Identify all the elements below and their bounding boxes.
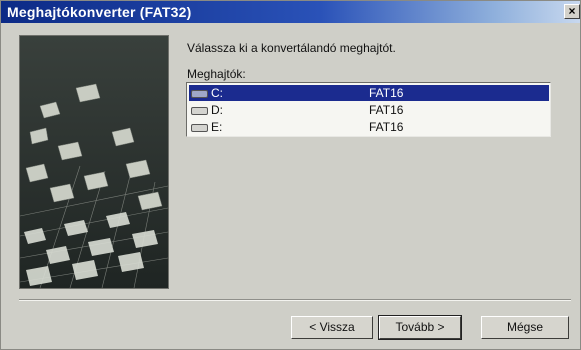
next-button[interactable]: Tovább >: [378, 315, 462, 340]
drive-letter: C:: [211, 86, 223, 100]
hard-drive-icon: [191, 107, 208, 115]
button-separator: [19, 299, 571, 301]
back-button[interactable]: < Vissza: [291, 316, 373, 339]
title-bar[interactable]: Meghajtókonverter (FAT32) ×: [1, 1, 580, 23]
checkerboard-illustration-graphic: [20, 36, 168, 288]
drive-row-c[interactable]: C: FAT16: [189, 85, 549, 101]
drive-filesystem: FAT16: [369, 120, 404, 134]
drive-row-d[interactable]: D: FAT16: [189, 102, 549, 118]
drive-filesystem: FAT16: [369, 86, 404, 100]
wizard-illustration: [19, 35, 169, 289]
drive-row-e[interactable]: E: FAT16: [189, 119, 549, 135]
close-icon: ×: [568, 4, 576, 18]
close-button[interactable]: ×: [564, 4, 580, 19]
cancel-button[interactable]: Mégse: [481, 316, 569, 339]
wizard-window: Meghajtókonverter (FAT32) × Válassza ki …: [0, 0, 581, 350]
instruction-text: Válassza ki a konvertálandó meghajtót.: [187, 41, 396, 55]
drive-letter: D:: [211, 103, 223, 117]
drive-filesystem: FAT16: [369, 103, 404, 117]
drives-list[interactable]: C: FAT16 D: FAT16 E: FAT16: [186, 82, 551, 137]
drives-label: Meghajtók:: [187, 67, 246, 81]
window-title: Meghajtókonverter (FAT32): [7, 4, 192, 20]
hard-drive-icon: [191, 90, 208, 98]
drive-letter: E:: [211, 120, 223, 134]
hard-drive-icon: [191, 124, 208, 132]
